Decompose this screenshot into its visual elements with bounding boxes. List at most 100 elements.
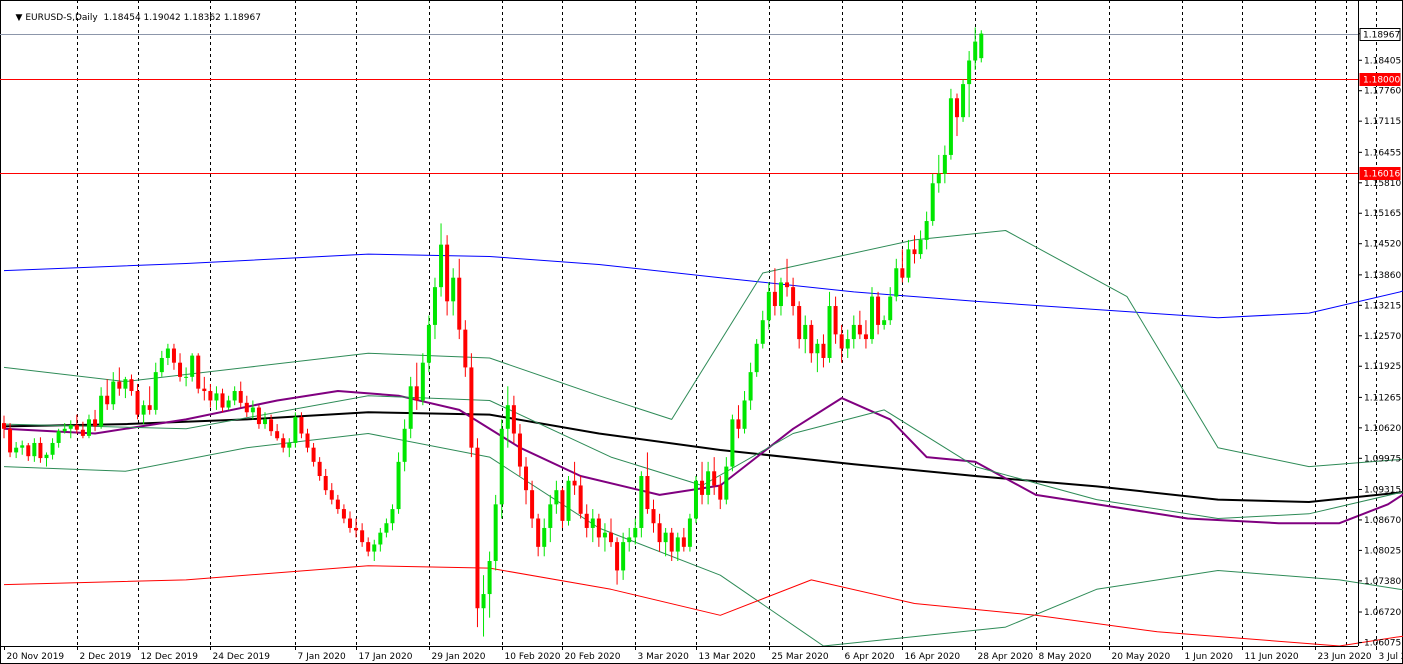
candle-body — [372, 544, 377, 552]
candle-body — [499, 428, 504, 505]
price-tick-label: 1.08670 — [1364, 516, 1401, 526]
candle-body — [651, 509, 656, 524]
price-tick-label: 1.06075 — [1364, 638, 1401, 648]
time-tick-label: 20 Nov 2019 — [7, 652, 65, 662]
time-tick-label: 29 Jan 2020 — [432, 652, 486, 662]
candle-body — [693, 480, 698, 519]
candle-body — [275, 431, 280, 439]
candle-body — [123, 379, 128, 389]
candle-body — [979, 33, 984, 59]
candle-body — [942, 154, 947, 174]
price-tick-label: 1.17115 — [1364, 117, 1401, 127]
bull-candle[interactable] — [693, 476, 698, 524]
time-tick-label: 28 Apr 2020 — [978, 652, 1034, 662]
candle-body — [256, 407, 261, 425]
price-tick-label: 1.17760 — [1364, 87, 1401, 97]
candle-body — [845, 339, 850, 349]
candle-body — [305, 433, 310, 448]
bear-candle[interactable] — [475, 438, 480, 628]
price-tick-label: 1.16455 — [1364, 148, 1401, 158]
candle-body — [718, 485, 723, 500]
candle-body — [220, 393, 225, 408]
candle-body — [809, 324, 814, 354]
candle-body — [548, 504, 553, 528]
bull-candle[interactable] — [979, 30, 984, 63]
candle-body — [876, 296, 881, 325]
candle-body — [250, 407, 255, 413]
candle-body — [335, 499, 340, 510]
bear-candle[interactable] — [196, 353, 201, 394]
price-level-label: 1.16016 — [1363, 170, 1400, 180]
candle-body — [329, 490, 334, 500]
bull-candle[interactable] — [961, 79, 966, 122]
candle-body — [147, 405, 152, 410]
candle-body — [900, 268, 905, 278]
candle-body — [171, 348, 176, 363]
candle-body — [347, 518, 352, 528]
bull-candle[interactable] — [754, 339, 759, 377]
candle-body — [621, 542, 626, 571]
bull-candle[interactable] — [493, 494, 498, 571]
candle-body — [238, 391, 243, 403]
candle-body — [396, 461, 401, 510]
candle-body — [870, 296, 875, 340]
candle-body — [894, 268, 899, 297]
price-chart[interactable]: 20 Nov 2019 2 Dec 2019 12 Dec 2019 24 Dec 2… — [0, 0, 1403, 664]
price-tick-label: 1.15165 — [1364, 209, 1401, 219]
candle-body — [232, 391, 237, 401]
candle-body — [44, 454, 49, 459]
candle-body — [530, 490, 535, 519]
time-tick-label: 3 Jul 2020 — [1379, 652, 1403, 662]
candle-body — [615, 542, 620, 571]
candle-body — [384, 523, 389, 533]
candle-body — [748, 372, 753, 401]
candle-body — [609, 532, 613, 543]
bull-candle[interactable] — [293, 412, 298, 448]
candle-body — [481, 594, 486, 609]
bull-candle[interactable] — [730, 414, 735, 472]
candle-body — [797, 306, 802, 340]
candle-body — [287, 442, 292, 448]
candle-body — [724, 466, 729, 500]
candle-body — [669, 532, 674, 552]
bull-candle[interactable] — [687, 513, 692, 552]
candle-body — [712, 471, 717, 486]
candle-body — [196, 355, 201, 389]
candle-body — [8, 428, 13, 453]
candle-body — [936, 173, 941, 184]
bull-candle[interactable] — [639, 471, 644, 538]
candle-body — [785, 282, 790, 288]
price-tick-label: 1.15810 — [1364, 179, 1401, 189]
time-tick-label: 8 May 2020 — [1039, 652, 1092, 662]
price-tick-label: 1.09315 — [1364, 485, 1401, 495]
candle-body — [554, 490, 559, 505]
candle-body — [760, 320, 765, 344]
time-tick-label: 11 Jun 2020 — [1245, 652, 1299, 662]
candle-body — [627, 537, 632, 543]
price-tick-label: 1.13860 — [1364, 271, 1401, 281]
candle-body — [214, 393, 219, 401]
candle-body — [766, 291, 771, 321]
price-tick-label: 1.08025 — [1364, 546, 1401, 556]
candle-body — [657, 523, 662, 543]
candle-body — [202, 388, 207, 392]
candle-body — [117, 381, 122, 389]
candle-body — [633, 527, 638, 538]
candle-body — [505, 405, 510, 429]
candle-body — [178, 362, 183, 377]
candle-body — [973, 41, 978, 61]
triangle-down-icon: ▼ — [15, 13, 23, 23]
candle-body — [105, 395, 110, 405]
time-tick-label: 7 Jan 2020 — [298, 652, 346, 662]
bull-candle[interactable] — [566, 476, 571, 526]
bear-candle[interactable] — [469, 353, 474, 458]
bull-candle[interactable] — [948, 88, 953, 160]
candle-body — [736, 419, 741, 429]
bull-candle[interactable] — [499, 419, 504, 519]
candle-body — [791, 287, 796, 307]
candle-body — [517, 433, 522, 467]
time-tick-label: 13 Mar 2020 — [699, 652, 756, 662]
candle-body — [26, 445, 31, 457]
candle-body — [602, 532, 607, 538]
price-level-label: 1.18967 — [1363, 31, 1400, 41]
